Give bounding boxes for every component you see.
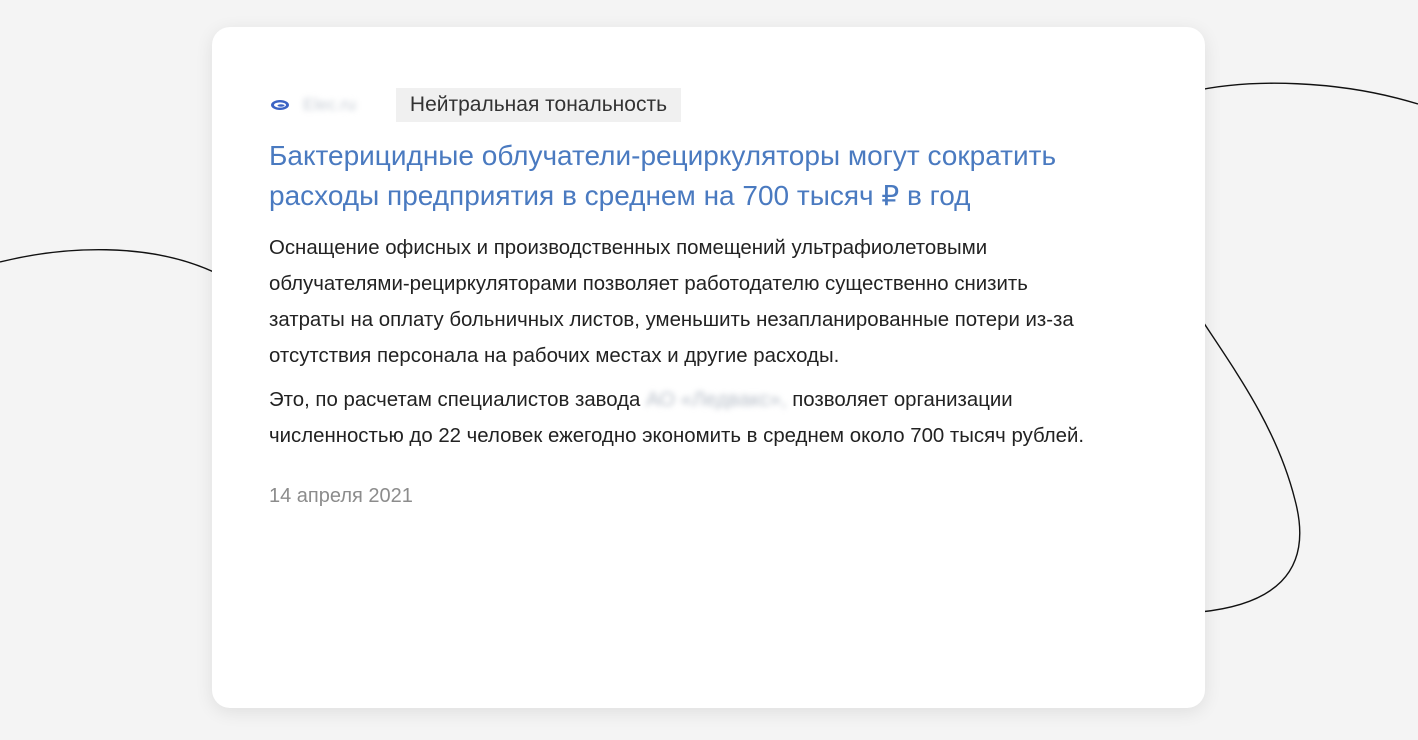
left-decorative-curve xyxy=(0,249,221,276)
redacted-company-name: АО «Ледвакс», xyxy=(646,389,787,411)
body-paragraph-2: Это, по расчетам специалистов завода АО … xyxy=(269,382,1089,454)
paragraph-2-start: Это, по расчетам специалистов завода xyxy=(269,389,641,411)
publication-date: 14 апреля 2021 xyxy=(269,485,413,507)
article-body: Оснащение офисных и производственных пом… xyxy=(269,230,1089,454)
tone-badge: Нейтральная тональность xyxy=(395,88,682,122)
body-paragraph-1: Оснащение офисных и производственных пом… xyxy=(269,237,1074,367)
article-headline-link[interactable]: Бактерицидные облучатели-рециркуляторы м… xyxy=(269,136,1149,216)
source-name[interactable]: Elec.ru xyxy=(303,95,356,115)
meta-row: Elec.ru Нейтральная тональность xyxy=(269,88,1149,122)
source-logo-icon xyxy=(269,98,291,112)
news-card: Elec.ru Нейтральная тональность Бактериц… xyxy=(212,27,1205,708)
